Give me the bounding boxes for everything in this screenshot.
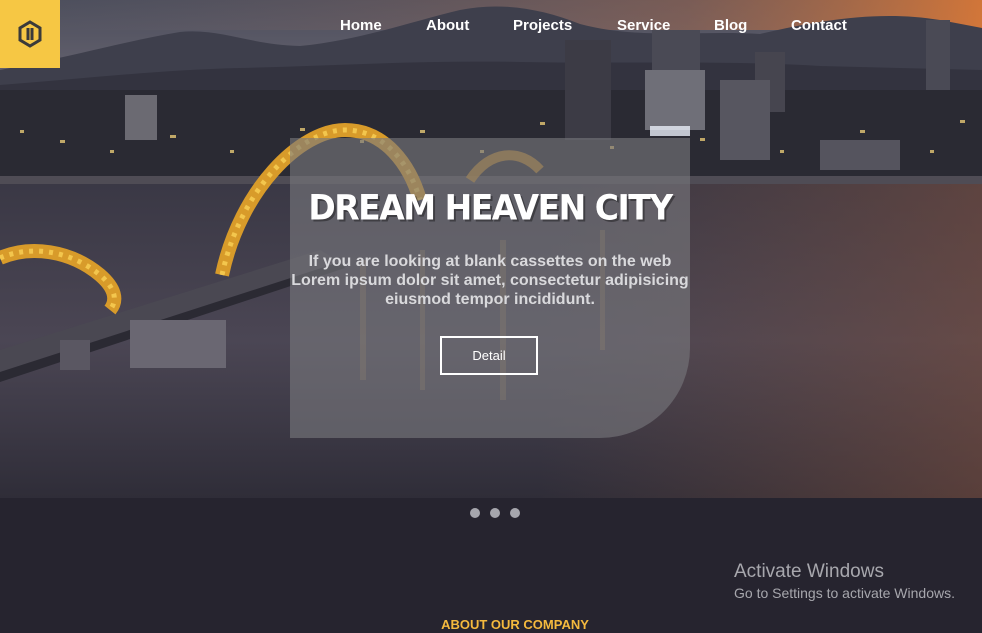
about-section-heading: ABOUT OUR COMPANY [441,617,589,632]
windows-activation-watermark: Activate Windows Go to Settings to activ… [734,561,955,601]
main-navigation: Home About Projects Service Blog Contact [0,17,982,39]
hero-caption-card: DREAM HEAVEN CITY If you are looking at … [290,138,690,438]
watermark-title: Activate Windows [734,561,884,582]
hero-description-line: If you are looking at blank cassettes on… [308,253,672,270]
nav-blog[interactable]: Blog [714,17,747,34]
hero-title: DREAM HEAVEN CITY [308,187,673,228]
detail-button[interactable]: Detail [440,336,538,375]
nav-service[interactable]: Service [617,17,670,34]
nav-about[interactable]: About [426,17,469,34]
nav-contact[interactable]: Contact [791,17,847,34]
nav-projects[interactable]: Projects [513,17,572,34]
carousel-dot[interactable] [490,508,500,518]
carousel-dot[interactable] [510,508,520,518]
carousel-dot[interactable] [470,508,480,518]
hero-description: If you are looking at blank cassettes on… [290,252,690,309]
hero-banner: Home About Projects Service Blog Contact… [0,0,982,498]
hero-description-line: eiusmod tempor incididunt. [385,291,595,308]
hero-description-line: Lorem ipsum dolor sit amet, consectetur … [291,272,689,289]
nav-home[interactable]: Home [340,17,382,34]
watermark-subtitle: Go to Settings to activate Windows. [734,585,955,601]
